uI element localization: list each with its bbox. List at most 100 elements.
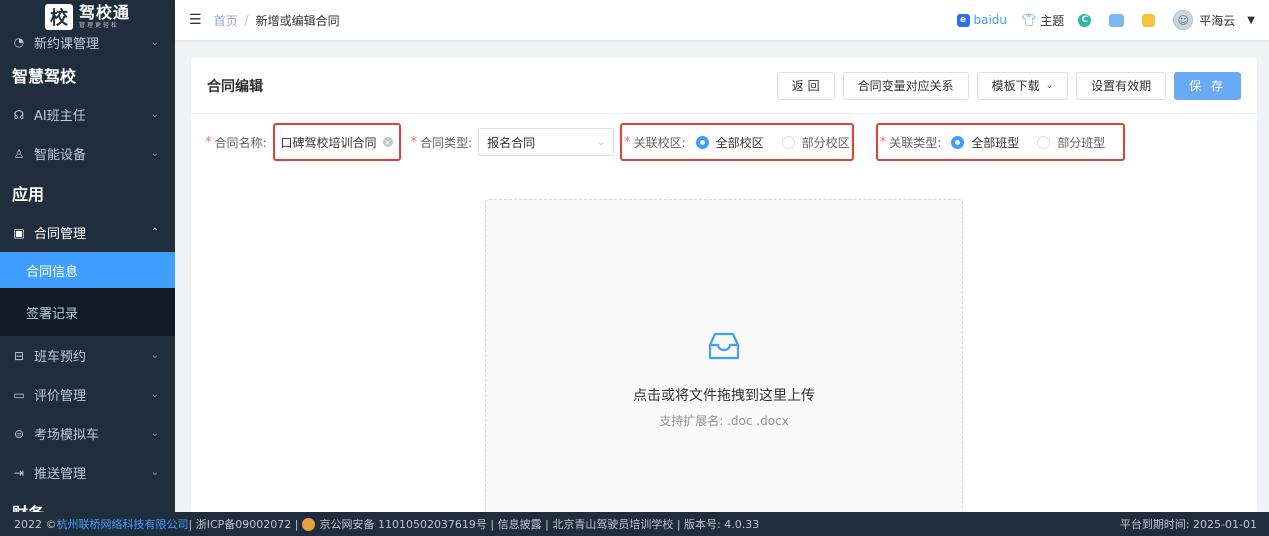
upload-tip: 支持扩展名: .doc .docx (659, 414, 789, 428)
contract-name-input[interactable]: 口碑驾校培训合同 × (279, 128, 395, 156)
contract-type-select[interactable]: 报名合同 ⌄ (478, 128, 615, 156)
refresh-button[interactable]: C (1078, 13, 1095, 27)
chevron-down-icon: ⌄ (596, 136, 606, 148)
device-icon: ♙ (13, 146, 25, 161)
logo-mark: 校 (44, 3, 73, 30)
refresh-icon: C (1078, 13, 1092, 27)
sidebar-item-contract-info[interactable]: 合同信息 (0, 252, 175, 288)
radio-label: 部分校区 (801, 135, 850, 150)
chevron-down-icon: ⌄ (150, 36, 159, 48)
headset-icon: ☊ (13, 107, 25, 122)
section-finance: 财务 (0, 492, 175, 512)
card-title: 合同编辑 (207, 78, 263, 95)
shirt-icon: 👕︎ (1021, 13, 1037, 27)
contract-type-label: 合同类型: (420, 135, 473, 150)
footer-icp[interactable]: | 浙ICP备09002072 | (189, 516, 299, 532)
contract-type-value: 报名合同 (487, 135, 536, 150)
inbox-icon (708, 332, 740, 360)
chevron-down-icon: ⌄ (150, 389, 159, 400)
breadcrumb-home[interactable]: 首页 (214, 12, 238, 29)
contract-form-row: * 合同名称: 口碑驾校培训合同 × * 合同类型: 报名合同 ⌄ * 关联校区… (205, 122, 1247, 162)
police-badge-icon (302, 517, 316, 531)
bus-icon: ⊟ (13, 348, 25, 363)
radio-all-campus[interactable]: 全部校区 (695, 134, 764, 151)
dashboard-icon: ◔ (13, 35, 25, 49)
logo-title: 驾校通 (78, 2, 130, 22)
clear-icon[interactable]: × (382, 137, 393, 147)
sidebar-item-label: 合同管理 (34, 227, 87, 242)
sidebar-item-sim-car[interactable]: ⊜ 考场模拟车 ⌄ (0, 414, 175, 453)
folder-button[interactable] (1142, 13, 1159, 27)
radio-checked-icon (695, 135, 709, 149)
avatar: ☺ (1173, 10, 1194, 30)
highlight-contract-name: 口碑驾校培训合同 × (272, 123, 401, 161)
sidebar-item-label: 班车预约 (34, 350, 87, 365)
contract-icon: ▣ (13, 225, 25, 240)
radio-partial-campus[interactable]: 部分校区 (781, 134, 850, 151)
variable-mapping-button[interactable]: 合同变量对应关系 (842, 71, 969, 100)
template-download-button[interactable]: 模板下载 ⌄ (976, 71, 1069, 100)
required-mark: * (624, 134, 631, 150)
sidebar: 校 驾校通 管理更轻松 ◔ 新约课管理 ⌄ 智慧驾校 ☊ AI班主任 ⌄ ♙ 智… (0, 0, 175, 512)
class-type-label: 关联类型: (889, 135, 942, 150)
chevron-down-icon: ⌄ (150, 148, 159, 159)
campus-label: 关联校区: (633, 135, 686, 150)
push-icon: ⇥ (13, 465, 25, 480)
username: 平海云 (1199, 13, 1236, 28)
radio-label: 全部班型 (971, 135, 1020, 150)
footer-company-link[interactable]: 杭州联桥网络科技有限公司 (57, 516, 189, 532)
folder-icon (1142, 13, 1156, 27)
sidebar-item-reviews[interactable]: ▭ 评价管理 ⌄ (0, 375, 175, 414)
breadcrumb-separator: / (244, 13, 249, 27)
footer-year: 2022 © (14, 517, 57, 531)
sidebar-item-label: 推送管理 (34, 467, 87, 482)
caret-down-icon: ▼ (1247, 14, 1255, 26)
baidu-label: baidu (973, 13, 1008, 27)
highlight-class-type: * 关联类型: 全部班型 部分班型 (875, 123, 1126, 161)
theme-label: 主题 (1040, 13, 1065, 28)
chevron-down-icon: ⌄ (150, 350, 159, 361)
chevron-down-icon: ⌄ (1045, 80, 1054, 91)
baidu-icon: e (956, 13, 970, 27)
upload-dropzone[interactable]: 点击或将文件拖拽到这里上传 支持扩展名: .doc .docx (485, 199, 963, 512)
logo-slogan: 管理更轻松 (78, 21, 119, 29)
contract-edit-card: 合同编辑 返 回 合同变量对应关系 模板下载 ⌄ 设置有效期 保 存 * 合同名… (191, 58, 1257, 512)
sidebar-item-new-booking[interactable]: ◔ 新约课管理 ⌄ (0, 29, 175, 55)
radio-unchecked-icon (1037, 135, 1051, 149)
chevron-down-icon: ⌄ (150, 109, 159, 120)
section-smart: 智慧驾校 (12, 67, 77, 86)
theme-button[interactable]: 👕︎ 主题 (1021, 12, 1064, 29)
radio-label: 部分班型 (1057, 135, 1106, 150)
baidu-link[interactable]: e baidu (956, 13, 1008, 27)
sidebar-item-label: 考场模拟车 (34, 428, 100, 443)
radio-all-class[interactable]: 全部班型 (951, 134, 1019, 151)
radio-unchecked-icon (781, 135, 795, 149)
save-button[interactable]: 保 存 (1174, 71, 1241, 100)
sidebar-item-push[interactable]: ⇥ 推送管理 ⌄ (0, 453, 175, 492)
user-menu[interactable]: ☺ 平海云 ▼ (1173, 10, 1255, 30)
sidebar-item-sign-records[interactable]: 签署记录 (0, 288, 175, 336)
menu-fold-icon[interactable]: ☰ (189, 12, 202, 28)
car-icon: ⊜ (13, 426, 25, 441)
sidebar-item-label: 智能设备 (34, 148, 87, 163)
top-bar: ☰ 首页 / 新增或编辑合同 e baidu 👕︎ 主题 C ☺ 平海云 ▼ (175, 0, 1269, 40)
screen-button[interactable] (1109, 13, 1128, 27)
contract-name-value: 口碑驾校培训合同 (280, 135, 377, 150)
required-mark: * (410, 134, 418, 150)
chevron-down-icon: ⌄ (150, 467, 159, 478)
radio-label: 全部校区 (715, 135, 764, 150)
back-button[interactable]: 返 回 (776, 71, 835, 100)
footer-expiry: 平台到期时间: 2025-01-01 (1119, 518, 1257, 531)
sidebar-item-ai-teacher[interactable]: ☊ AI班主任 ⌄ (0, 95, 175, 134)
radio-partial-class[interactable]: 部分班型 (1037, 134, 1105, 151)
required-mark: * (879, 134, 887, 150)
set-validity-button[interactable]: 设置有效期 (1076, 71, 1167, 100)
footer-police: 京公网安备 11010502037619号 | 信息披露 | 北京青山驾驶员培训… (319, 518, 760, 531)
sidebar-item-smart-device[interactable]: ♙ 智能设备 ⌄ (0, 134, 175, 173)
sidebar-item-contract[interactable]: ▣ 合同管理 ⌃ (0, 213, 175, 252)
monitor-icon (1109, 13, 1125, 27)
sidebar-item-shuttle[interactable]: ⊟ 班车预约 ⌄ (0, 336, 175, 375)
footer: 2022 © 杭州联桥网络科技有限公司 | 浙ICP备09002072 | 京公… (0, 512, 1269, 536)
sidebar-item-label: 新约课管理 (34, 36, 100, 52)
breadcrumb-current: 新增或编辑合同 (255, 13, 340, 28)
